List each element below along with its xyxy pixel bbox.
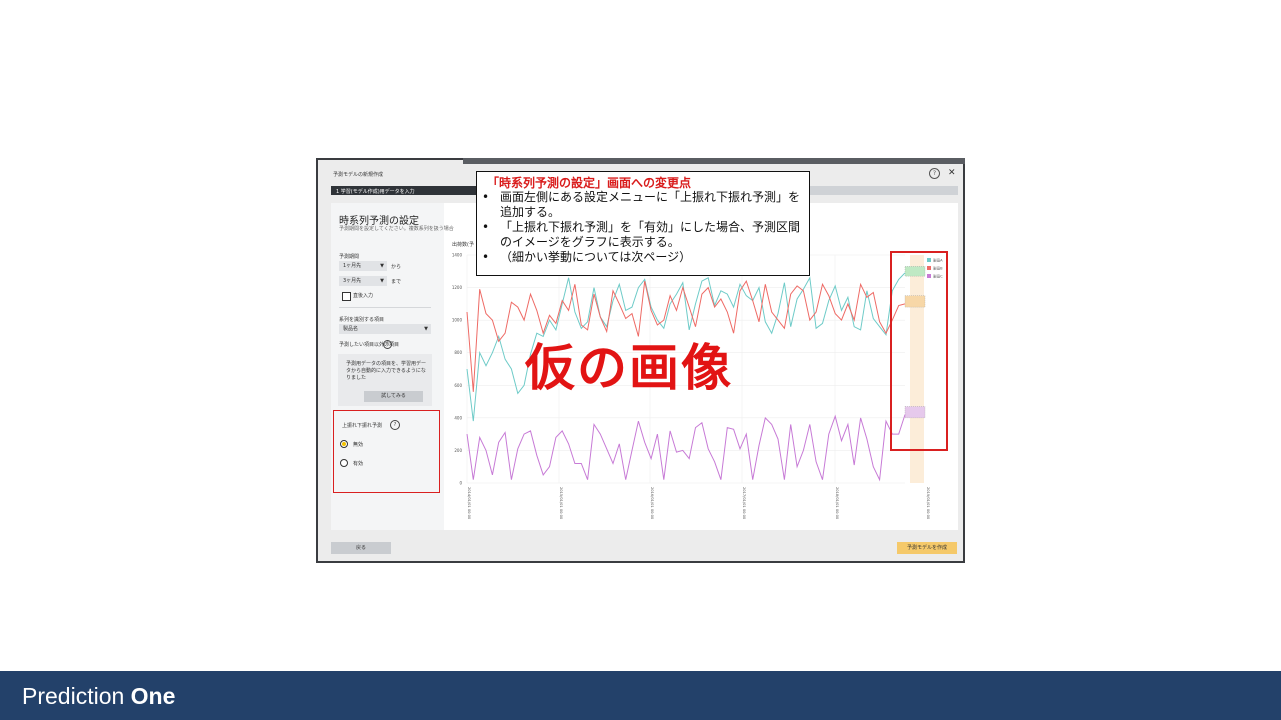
backtest-label: 直後入力: [353, 293, 374, 299]
y-tick-label: 800: [454, 350, 462, 355]
series-select[interactable]: 製品名 ▼: [339, 324, 431, 334]
x-tick-label: 2017/01/01 00:00: [742, 487, 746, 520]
from-suffix: から: [391, 264, 402, 270]
updown-label: 上振れ下振れ予測: [342, 423, 383, 429]
chevron-down-icon: ▼: [424, 326, 428, 332]
series-label: 系列を識別する項目: [339, 317, 385, 323]
x-tick-label: 2016/01/01 00:00: [650, 487, 654, 520]
y-tick-label: 1400: [452, 253, 463, 258]
period-from-select[interactable]: 1ヶ月先 ▼: [339, 261, 387, 271]
bullet: •: [482, 190, 490, 204]
settings-subtitle: 予測期間を設定してください。複数系列を扱う場合: [339, 226, 454, 232]
option-valid-label: 有効: [353, 461, 364, 467]
y-tick-label: 200: [454, 448, 462, 453]
x-tick-label: 2015/01/01 00:00: [559, 487, 563, 520]
help-icon[interactable]: ?: [929, 168, 940, 179]
series-line: [466, 414, 906, 482]
callout-item: • 「上振れ下振れ予測」を「有効」にした場合、予測区間のイメージをグラフに表示する…: [482, 220, 808, 250]
bullet: •: [482, 250, 490, 264]
x-tick-label: 2018/01/01 00:00: [835, 487, 839, 520]
callout-item: • 画面左側にある設定メニューに「上振れ下振れ予測」を追加する。: [482, 190, 808, 220]
radio-invalid[interactable]: [340, 440, 348, 448]
footer-bar: [0, 671, 1281, 720]
divider: [339, 307, 431, 308]
x-tick-label: 2014/01/01 00:00: [467, 487, 471, 520]
brand-logo: Prediction One: [22, 683, 175, 710]
bullet: •: [482, 220, 490, 234]
y-tick-label: 0: [459, 481, 462, 486]
y-tick-label: 400: [454, 415, 462, 420]
back-button[interactable]: 戻る: [331, 542, 391, 554]
series-value: 製品名: [343, 326, 359, 332]
to-suffix: まで: [391, 279, 402, 285]
radio-valid[interactable]: [340, 459, 348, 467]
period-from-value: 1ヶ月先: [343, 263, 362, 269]
callout-item-text: 「上振れ下振れ予測」を「有効」にした場合、予測区間のイメージをグラフに表示する。: [500, 220, 801, 249]
placeholder-overlay-text: 仮の画像: [525, 339, 733, 397]
help-icon[interactable]: ?: [390, 420, 400, 430]
close-icon[interactable]: ✕: [948, 168, 956, 178]
chevron-down-icon: ▼: [380, 278, 384, 284]
brand-name-bold: One: [130, 683, 176, 709]
period-label: 予測期間: [339, 254, 360, 260]
option-invalid-label: 無効: [353, 442, 364, 448]
x-tick-label: 2019/01/01 00:00: [926, 487, 930, 520]
y-tick-label: 1000: [452, 318, 463, 323]
backtest-checkbox[interactable]: [342, 292, 351, 301]
callout-list: • 画面左側にある設定メニューに「上振れ下振れ予測」を追加する。 • 「上振れ下振れ…: [482, 190, 808, 265]
brand-name-light: Prediction: [22, 683, 125, 709]
help-icon[interactable]: ?: [383, 340, 392, 349]
forecast-highlight-box: [890, 251, 948, 451]
dialog-title: 予測モデルの新規作成: [333, 172, 384, 178]
create-model-button[interactable]: 予測モデルを作成: [897, 542, 957, 554]
info-text: 予測用データの項目を、学習用データから自動的に入力できるようになりました: [346, 361, 427, 381]
y-tick-label: 600: [454, 383, 462, 388]
window-top-bar: [463, 158, 965, 164]
try-button[interactable]: 試してみる: [364, 391, 423, 402]
callout-item: • （細かい挙動については次ページ）: [482, 250, 808, 265]
period-to-select[interactable]: 3ヶ月先 ▼: [339, 276, 387, 286]
step-label: 1 学習(モデル作成)用データを入力: [336, 189, 415, 195]
callout-item-text: （細かい挙動については次ページ）: [500, 250, 692, 264]
y-tick-label: 1200: [452, 285, 463, 290]
callout-item-text: 画面左側にある設定メニューに「上振れ下振れ予測」を追加する。: [500, 190, 801, 219]
callout-title: 「時系列予測の設定」画面への変更点: [487, 176, 692, 190]
period-to-value: 3ヶ月先: [343, 278, 362, 284]
chevron-down-icon: ▼: [380, 263, 384, 269]
